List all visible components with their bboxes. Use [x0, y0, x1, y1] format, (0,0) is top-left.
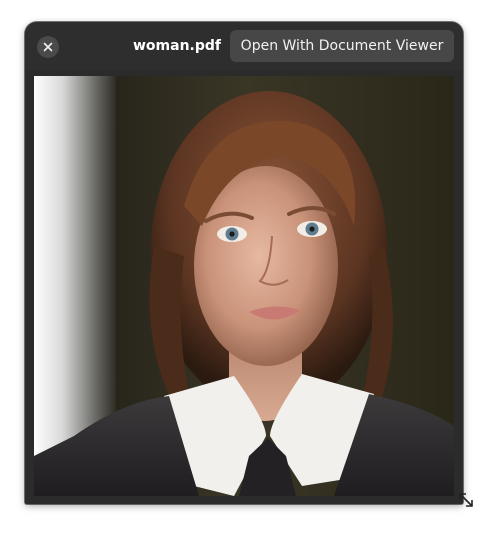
- headerbar: woman.pdf Open With Document Viewer: [25, 22, 463, 70]
- close-icon: [43, 42, 53, 52]
- open-with-document-viewer-button[interactable]: Open With Document Viewer: [230, 30, 454, 62]
- document-viewer[interactable]: [25, 70, 463, 504]
- document-page[interactable]: [34, 76, 454, 496]
- window-title: woman.pdf: [132, 38, 221, 54]
- resize-grip-icon[interactable]: [458, 492, 474, 508]
- portrait-photo: [34, 76, 454, 496]
- preview-window: woman.pdf Open With Document Viewer: [25, 22, 463, 504]
- close-button[interactable]: [37, 36, 59, 58]
